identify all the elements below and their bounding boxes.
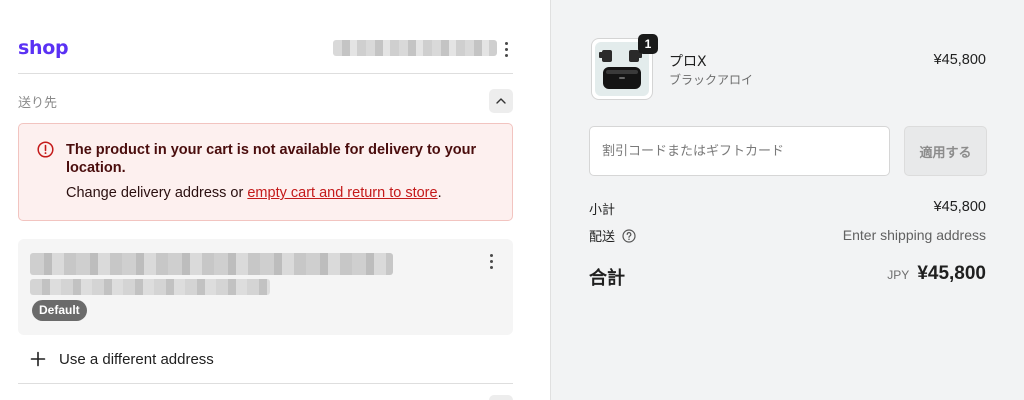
- saved-address-card[interactable]: Default: [18, 239, 513, 335]
- quantity-badge: 1: [638, 34, 658, 54]
- error-circle-icon: [37, 141, 54, 158]
- currency-code: JPY: [887, 268, 910, 282]
- alert-body: Change delivery address or empty cart an…: [66, 185, 442, 201]
- shop-logo[interactable]: shop: [18, 37, 69, 59]
- order-summary: 1 プロX ブラックアロイ ¥45,800 適用する 小計 ¥45,800 配送…: [550, 0, 1024, 400]
- alert-title: The product in your cart is not availabl…: [66, 142, 477, 176]
- total-label: 合計: [589, 268, 625, 289]
- account-email-redacted: [333, 40, 497, 56]
- subtotal-value: ¥45,800: [933, 199, 986, 215]
- next-section-toggle[interactable]: [489, 395, 513, 400]
- collapse-section-button[interactable]: [489, 89, 513, 113]
- address-options-icon[interactable]: [485, 251, 497, 271]
- product-price: ¥45,800: [933, 52, 986, 68]
- total-amount: JPY ¥45,800: [887, 263, 986, 285]
- use-different-address-label: Use a different address: [59, 350, 214, 368]
- default-badge: Default: [32, 300, 87, 321]
- help-circle-icon[interactable]: [622, 228, 636, 243]
- subtotal-label: 小計: [589, 203, 616, 218]
- chevron-up-icon: [496, 98, 506, 104]
- account-menu-icon[interactable]: [500, 39, 512, 59]
- plus-icon: [30, 351, 46, 367]
- empty-cart-link[interactable]: empty cart and return to store: [247, 185, 437, 201]
- divider: [18, 73, 513, 74]
- shipping-row: 配送: [589, 226, 636, 245]
- shipping-value: Enter shipping address: [842, 227, 986, 243]
- address-line-redacted: [30, 253, 393, 275]
- apply-discount-button[interactable]: 適用する: [904, 126, 987, 176]
- alert-body-prefix: Change delivery address or: [66, 185, 248, 201]
- product-variant: ブラックアロイ: [669, 73, 754, 87]
- discount-code-input[interactable]: [589, 126, 890, 176]
- product-name: プロX: [669, 54, 707, 70]
- alert-body-suffix: .: [437, 185, 442, 201]
- checkout-main: shop 送り先 The product in your cart is not…: [0, 0, 550, 400]
- product-thumbnail: 1: [591, 34, 658, 100]
- delivery-error-alert: The product in your cart is not availabl…: [18, 123, 513, 221]
- shipping-label: 配送: [589, 230, 616, 245]
- address-line-redacted: [30, 279, 270, 295]
- use-different-address-button[interactable]: Use a different address: [30, 348, 214, 370]
- divider: [18, 383, 513, 384]
- shipping-section-label: 送り先: [18, 96, 58, 111]
- total-value: ¥45,800: [917, 263, 986, 284]
